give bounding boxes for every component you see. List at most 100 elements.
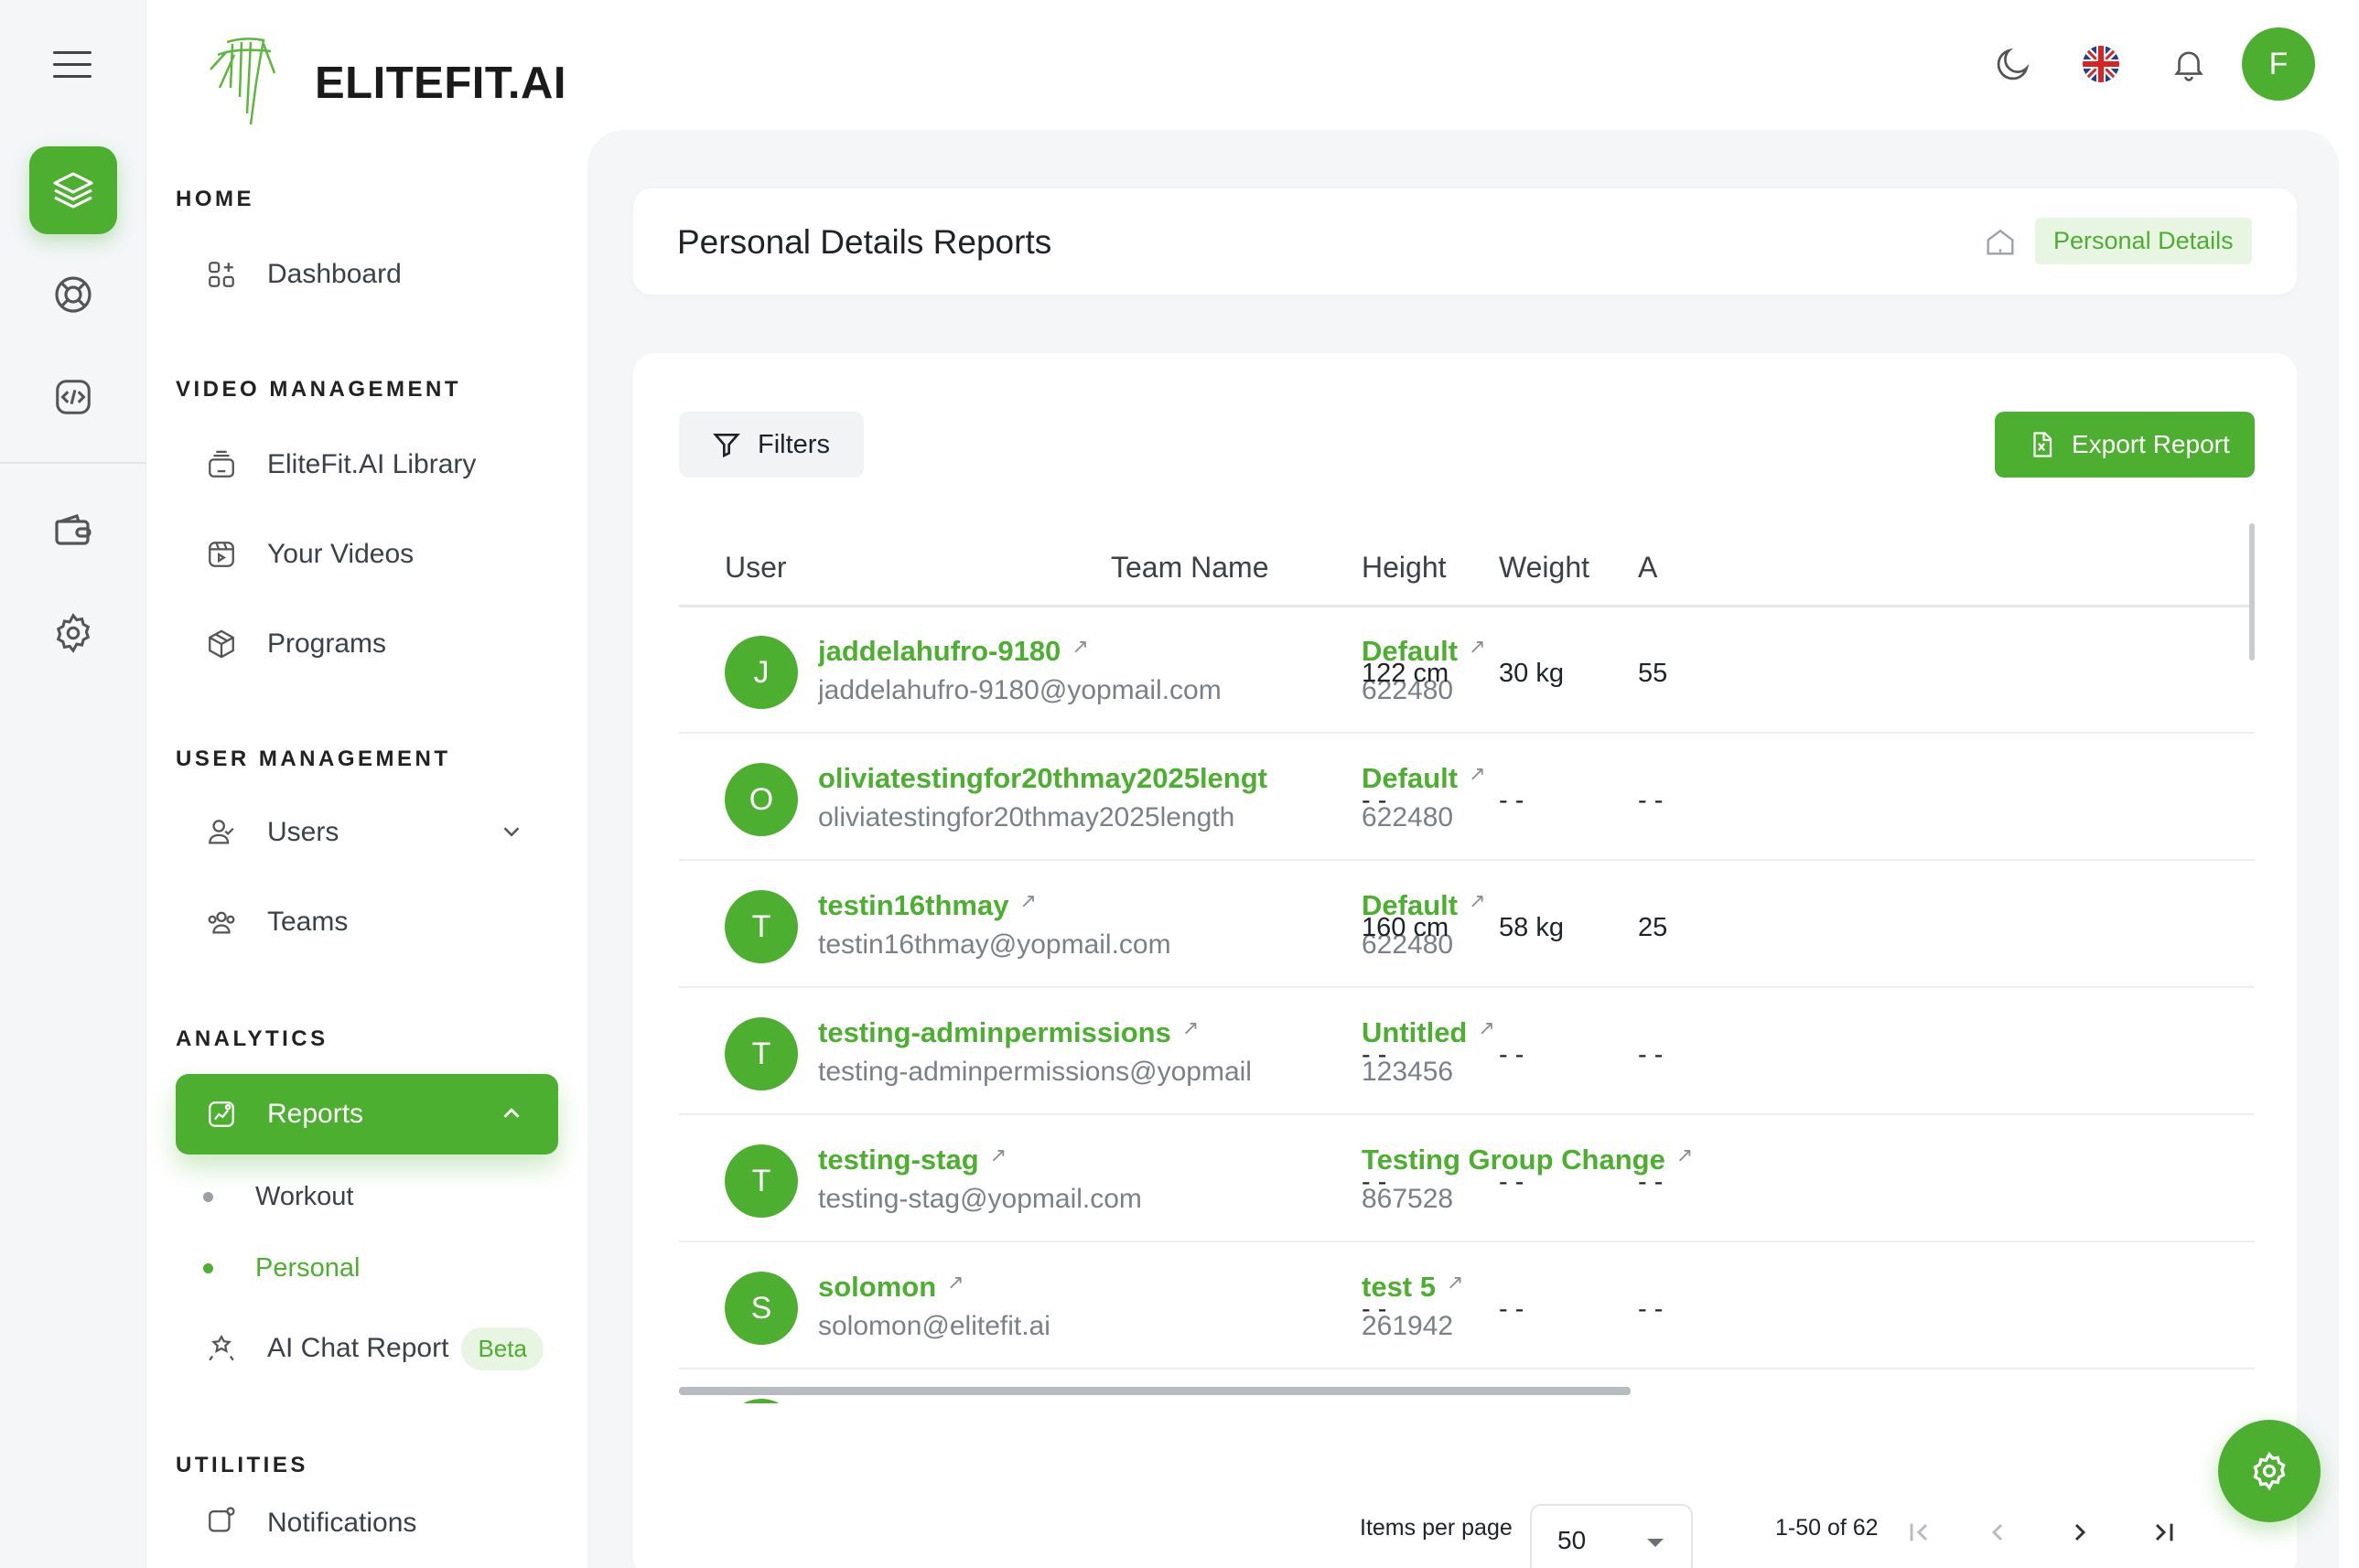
export-report-button[interactable]: Export Report xyxy=(1995,412,2255,478)
table-row[interactable]: Jjaddelahufro-9180 ↗ jaddelahufro-9180@yop… xyxy=(679,607,2255,734)
table-row[interactable]: Ttesting-adminpermissions ↗ testing-adminp… xyxy=(679,989,2255,1115)
sidebar-item-label: Your Videos xyxy=(267,539,415,569)
column-header-height[interactable]: Height xyxy=(1362,551,1447,585)
chevron-up-icon[interactable] xyxy=(498,1100,525,1134)
user-name-link[interactable]: oliviatestingfor20thmay2025lengt ↗ xyxy=(818,762,1280,795)
sidebar-subitem-personal[interactable]: Personal xyxy=(203,1240,360,1295)
user-email: oliviatestingfor20thmay2025length xyxy=(818,802,1235,832)
code-icon[interactable] xyxy=(29,353,117,441)
uk-flag-icon[interactable] xyxy=(2074,37,2128,91)
column-header-weight[interactable]: Weight xyxy=(1499,551,1589,585)
team-name-link[interactable]: Testing Group Change ↗ xyxy=(1362,1398,1693,1403)
sidebar-subitem-workout[interactable]: Workout xyxy=(203,1169,353,1224)
horizontal-scrollbar[interactable] xyxy=(679,1387,1631,1395)
column-header-age[interactable]: A xyxy=(1638,551,1657,585)
settings-fab[interactable] xyxy=(2218,1420,2321,1522)
user-email: jaddelahufro-9180@yopmail.com xyxy=(818,675,1222,705)
avatar[interactable]: J xyxy=(725,636,798,709)
height-cell: - - xyxy=(1362,1040,1387,1069)
layers-icon[interactable] xyxy=(29,146,117,234)
avatar[interactable]: T xyxy=(725,1399,798,1403)
user-name: oliviatestingfor20thmay2025lengt xyxy=(818,762,1267,794)
sidebar-item-label: AI Chat Report xyxy=(267,1333,449,1363)
user-name-link[interactable]: test0046 ↗ xyxy=(818,1398,960,1403)
report-table: User Team Name Height Weight A Jjaddelah… xyxy=(679,523,2255,1403)
sidebar-item-reports[interactable]: Reports xyxy=(176,1074,558,1155)
sidebar-subitem-label: Workout xyxy=(255,1181,354,1211)
wallet-icon[interactable] xyxy=(29,487,117,575)
column-header-user[interactable]: User xyxy=(725,551,787,585)
external-link-icon: ↗ xyxy=(947,1271,964,1294)
avatar[interactable]: O xyxy=(725,763,798,836)
avatar[interactable]: S xyxy=(725,1272,798,1345)
breadcrumb[interactable]: Personal Details xyxy=(2035,218,2252,264)
user-name-link[interactable]: testin16thmay ↗ xyxy=(818,889,1037,922)
last-page-icon[interactable] xyxy=(2141,1509,2187,1555)
external-link-icon: ↗ xyxy=(1469,762,1486,785)
user-name-link[interactable]: jaddelahufro-9180 ↗ xyxy=(818,635,1089,668)
column-header-team[interactable]: Team Name xyxy=(1111,551,1269,585)
avatar[interactable]: T xyxy=(725,1144,798,1218)
settings-icon[interactable] xyxy=(29,589,117,677)
table-row[interactable]: Ttestin16thmay ↗ testin16thmay@yopmail.com… xyxy=(679,862,2255,988)
user-icon xyxy=(203,814,240,851)
page-header: Personal Details Reports Personal Detail… xyxy=(633,188,2297,295)
external-link-icon: ↗ xyxy=(1676,1398,1693,1403)
user-email: testing-adminpermissions@yopmail xyxy=(818,1057,1252,1087)
height-cell: - - xyxy=(1362,1294,1387,1324)
user-name: solomon xyxy=(818,1271,937,1303)
table-header: User Team Name Height Weight A xyxy=(679,523,2255,607)
user-email: testin16thmay@yopmail.com xyxy=(818,929,1171,960)
sidebar-item-users[interactable]: Users xyxy=(176,792,558,873)
height-cell: - - xyxy=(1362,786,1387,815)
bell-icon[interactable] xyxy=(2161,37,2216,91)
sidebar-item-label: Programs xyxy=(267,628,387,659)
height-cell: 160 cm xyxy=(1362,913,1449,942)
logo-icon xyxy=(210,38,276,125)
gear-icon xyxy=(2253,1451,2286,1491)
external-link-icon: ↗ xyxy=(1181,1016,1200,1039)
home-icon[interactable] xyxy=(1982,223,2019,264)
sidebar-item-programs[interactable]: Programs xyxy=(176,604,558,684)
next-page-icon[interactable] xyxy=(2057,1509,2103,1555)
user-name: test0046 xyxy=(818,1398,932,1403)
filters-button[interactable]: Filters xyxy=(679,412,864,478)
sidebar-item-dashboard[interactable]: Dashboard xyxy=(176,234,558,315)
weight-cell: - - xyxy=(1499,1294,1524,1324)
chevron-down-icon[interactable] xyxy=(498,818,525,853)
sidebar-item-notifications[interactable]: Notifications xyxy=(176,1497,558,1539)
height-cell: 122 cm xyxy=(1362,659,1449,688)
video-icon xyxy=(203,536,240,573)
moon-icon[interactable] xyxy=(1986,37,2041,91)
user-name-link[interactable]: testing-stag ↗ xyxy=(818,1144,1007,1176)
sidebar: ELITEFIT.AI HOME Dashboard VIDEO MANAGEM… xyxy=(146,0,587,1568)
table-row[interactable]: Ooliviatestingfor20thmay2025lengt↗olivia… xyxy=(679,735,2255,861)
external-link-icon: ↗ xyxy=(1072,635,1089,658)
avatar[interactable]: T xyxy=(725,1017,798,1090)
filter-icon xyxy=(712,430,741,459)
weight-cell: - - xyxy=(1499,1040,1524,1069)
table-row[interactable]: Ssolomon ↗ solomon@elitefit.ai test 5 ↗ 26194… xyxy=(679,1243,2255,1369)
sidebar-item-teams[interactable]: Teams xyxy=(176,882,558,962)
user-avatar[interactable]: F xyxy=(2242,27,2315,101)
library-icon xyxy=(203,446,240,483)
first-page-icon[interactable] xyxy=(1896,1509,1942,1555)
lifebuoy-icon[interactable] xyxy=(29,251,117,338)
sidebar-subitem-label: Personal xyxy=(255,1252,361,1283)
age-cell: - - xyxy=(1638,1040,1664,1069)
menu-icon[interactable] xyxy=(53,51,92,79)
user-name-link[interactable]: testing-adminpermissions ↗ xyxy=(818,1016,1199,1049)
avatar[interactable]: T xyxy=(725,890,798,963)
page-size-select[interactable]: 50 xyxy=(1530,1504,1693,1568)
dashboard-icon xyxy=(203,256,240,293)
sidebar-item-library[interactable]: EliteFit.AI Library xyxy=(176,424,558,505)
previous-page-icon[interactable] xyxy=(1975,1509,2020,1555)
brand-logo[interactable]: ELITEFIT.AI xyxy=(199,33,566,134)
weight-cell: 30 kg xyxy=(1499,659,1564,688)
sidebar-item-ai-chat-report[interactable]: AI Chat Report Beta xyxy=(176,1308,558,1389)
user-name-link[interactable]: solomon ↗ xyxy=(818,1271,964,1304)
sidebar-item-your-videos[interactable]: Your Videos xyxy=(176,514,558,595)
age-cell: 25 xyxy=(1638,913,1668,942)
table-row[interactable]: Ttesting-stag ↗ testing-stag@yopmail.com Te… xyxy=(679,1116,2255,1242)
excel-file-icon xyxy=(2028,431,2055,458)
